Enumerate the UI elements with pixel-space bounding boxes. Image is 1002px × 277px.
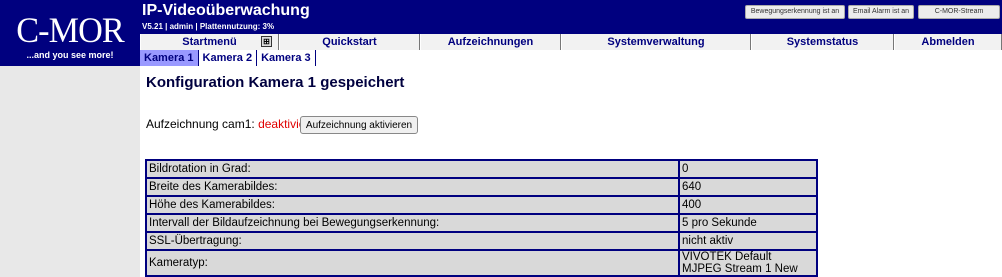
tab-camera-1[interactable]: Kamera 1 <box>140 50 199 66</box>
config-value: 640 <box>678 177 818 197</box>
activate-recording-button[interactable]: Aufzeichnung aktivieren <box>300 116 418 134</box>
config-value: nicht aktiv <box>678 231 818 251</box>
logo: C-MOR ...and you see more! <box>0 0 140 66</box>
recording-label: Aufzeichnung cam1: <box>146 117 255 131</box>
menu-item-quickstart[interactable]: Quickstart <box>279 34 420 50</box>
table-row: Breite des Kamerabildes: 640 <box>145 177 818 197</box>
system-status-line: V5.21 | admin | Plattennutzung: 3% <box>142 22 275 31</box>
main-menu: Startmenü ⊞ Quickstart Aufzeichnungen Sy… <box>140 34 1002 50</box>
tab-camera-3[interactable]: Kamera 3 <box>257 50 316 66</box>
config-value: 0 <box>678 159 818 179</box>
motion-detection-button[interactable]: Bewegungserkennung ist an <box>745 5 845 19</box>
config-value: 5 pro Sekunde <box>678 213 818 233</box>
header: IP-Videoüberwachung V5.21 | admin | Plat… <box>140 0 1002 34</box>
table-row: Intervall der Bildaufzeichnung bei Beweg… <box>145 213 818 233</box>
config-value: VIVOTEK Default MJPEG Stream 1 New <box>678 249 818 277</box>
config-value: 400 <box>678 195 818 215</box>
table-row: Kameratyp: VIVOTEK Default MJPEG Stream … <box>145 249 818 277</box>
table-row: Bildrotation in Grad: 0 <box>145 159 818 179</box>
menu-item-logout[interactable]: Abmelden <box>894 34 1002 50</box>
cmor-stream-button[interactable]: C-MOR-Stream <box>918 5 1000 19</box>
expand-icon[interactable]: ⊞ <box>261 36 272 47</box>
config-table: Bildrotation in Grad: 0 Breite des Kamer… <box>145 159 818 277</box>
config-label: SSL-Übertragung: <box>145 231 680 251</box>
email-alarm-button[interactable]: Email Alarm ist an <box>848 5 914 19</box>
config-label: Kameratyp: <box>145 249 680 277</box>
table-row: Höhe des Kamerabildes: 400 <box>145 195 818 215</box>
camera-tabs: Kamera 1 Kamera 2 Kamera 3 <box>140 50 1002 66</box>
menu-item-system-management[interactable]: Systemverwaltung <box>561 34 751 50</box>
brand-logo: C-MOR <box>16 10 124 50</box>
app-title: IP-Videoüberwachung <box>142 2 310 19</box>
recording-status-line: Aufzeichnung cam1: deaktiviert <box>146 117 313 131</box>
table-row: SSL-Übertragung: nicht aktiv <box>145 231 818 251</box>
tab-camera-2[interactable]: Kamera 2 <box>198 50 258 66</box>
config-label: Bildrotation in Grad: <box>145 159 680 179</box>
config-label: Intervall der Bildaufzeichnung bei Beweg… <box>145 213 680 233</box>
menu-item-recordings[interactable]: Aufzeichnungen <box>420 34 561 50</box>
menu-item-system-status[interactable]: Systemstatus <box>751 34 894 50</box>
config-label: Höhe des Kamerabildes: <box>145 195 680 215</box>
menu-item-start[interactable]: Startmenü ⊞ <box>140 34 279 50</box>
menu-item-label: Startmenü <box>182 36 237 48</box>
main-content: Konfiguration Kamera 1 gespeichert Aufze… <box>140 66 1002 277</box>
page-title: Konfiguration Kamera 1 gespeichert <box>146 74 405 91</box>
config-label: Breite des Kamerabildes: <box>145 177 680 197</box>
